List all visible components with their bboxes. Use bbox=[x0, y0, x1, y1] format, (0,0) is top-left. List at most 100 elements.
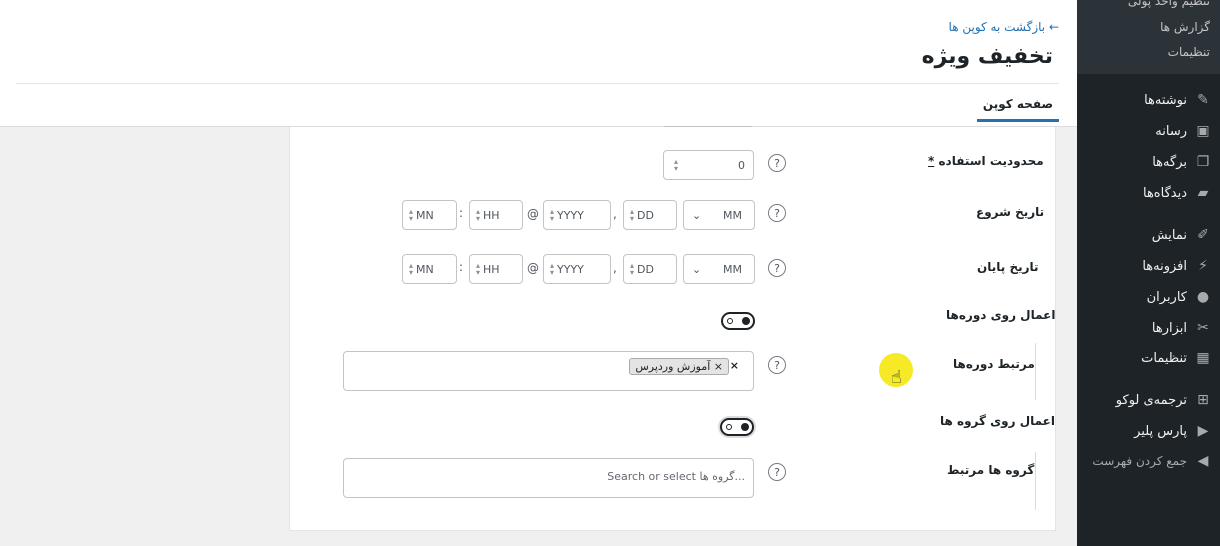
submenu-item-settings[interactable]: تنظیمات bbox=[1168, 45, 1210, 59]
usage-limit-input[interactable]: ▴ ▾ 0 bbox=[663, 150, 754, 180]
start-day-input[interactable]: ▴ ▾ DD bbox=[623, 200, 677, 230]
scrolled-field-edge bbox=[664, 126, 752, 127]
date-separator-comma: , bbox=[613, 261, 617, 275]
tab-coupon-page[interactable]: صفحه کوپن bbox=[977, 88, 1059, 122]
sidebar-item-tools[interactable]: ✂ ابزارها bbox=[1152, 317, 1213, 339]
hand-pointer-icon: ☝ bbox=[891, 367, 902, 388]
related-courses-help-icon[interactable]: ? bbox=[768, 356, 786, 374]
sidebar-item-settings[interactable]: ▦ تنظیمات bbox=[1141, 347, 1213, 369]
sidebar-item-media[interactable]: ▣ رسانه bbox=[1155, 120, 1213, 142]
tools-icon: ✂ bbox=[1197, 320, 1209, 336]
start-date-label: تاریخ شروع bbox=[976, 205, 1045, 219]
time-separator-colon: : bbox=[459, 206, 464, 220]
start-month-value: MM bbox=[723, 208, 742, 222]
tab-coupon-label: صفحه کوپن bbox=[982, 96, 1054, 111]
admin-sidebar: تنظیم واحد پولی گزارش ها تنظیمات ✎ نوشته… bbox=[1077, 0, 1220, 546]
usage-limit-label-text: محدودیت استفاده bbox=[938, 154, 1044, 168]
pages-icon: ❐ bbox=[1196, 154, 1210, 170]
toggle-off-ring bbox=[726, 424, 732, 430]
stepper-icon: ▴ ▾ bbox=[674, 157, 679, 173]
sidebar-submenu: تنظیم واحد پولی گزارش ها تنظیمات bbox=[1077, 0, 1220, 74]
apply-groups-label: اعمال روی گروه ها bbox=[940, 414, 1055, 428]
sidebar-item-label: تنظیمات bbox=[1141, 350, 1187, 366]
sidebar-item-parsplayer[interactable]: ▶ پارس پلیر bbox=[1134, 420, 1213, 442]
usage-limit-label: محدودیت استفاده * bbox=[928, 154, 1044, 168]
toggle-knob bbox=[741, 423, 749, 431]
appearance-icon: ✐ bbox=[1197, 227, 1209, 243]
time-separator-colon: : bbox=[459, 260, 464, 274]
end-day-input[interactable]: ▴ ▾ DD bbox=[623, 254, 677, 284]
date-separator-at: @ bbox=[527, 207, 539, 221]
end-year-placeholder: YYYY bbox=[557, 262, 584, 276]
toggle-off-ring bbox=[727, 318, 733, 324]
start-date-help-icon[interactable]: ? bbox=[768, 204, 786, 222]
stepper-icon: ▴ ▾ bbox=[409, 261, 414, 277]
apply-groups-toggle[interactable] bbox=[720, 418, 754, 436]
date-separator-comma: , bbox=[613, 207, 617, 221]
sidebar-item-label: ترجمه‌ی لوکو bbox=[1115, 392, 1187, 408]
start-month-select[interactable]: ⌄ MM bbox=[683, 200, 755, 230]
sidebar-item-label: رسانه bbox=[1155, 123, 1187, 139]
sidebar-item-label: ابزارها bbox=[1151, 320, 1187, 336]
field-divider bbox=[1035, 452, 1036, 510]
end-date-label: تاریخ پایان bbox=[977, 260, 1039, 274]
end-year-input[interactable]: ▴ ▾ YYYY bbox=[543, 254, 611, 284]
sidebar-collapse-button[interactable]: ◀ جمع کردن فهرست bbox=[1092, 450, 1213, 472]
related-groups-select[interactable]: Search or select گروه ها... bbox=[343, 458, 754, 498]
related-courses-label: مرتبط دوره‌ها bbox=[953, 357, 1035, 371]
apply-courses-label: اعمال روی دوره‌ها bbox=[946, 308, 1056, 322]
required-mark: * bbox=[928, 154, 935, 168]
submenu-item-currency[interactable]: تنظیم واحد پولی bbox=[1128, 0, 1210, 8]
start-hour-placeholder: HH bbox=[483, 208, 500, 222]
sidebar-item-label: پارس پلیر bbox=[1134, 423, 1187, 439]
sidebar-item-pages[interactable]: ❐ برگه‌ها bbox=[1152, 151, 1213, 173]
usage-limit-value: 0 bbox=[738, 158, 745, 172]
selected-course-tag[interactable]: × آموزش وردپرس bbox=[629, 358, 729, 375]
start-year-placeholder: YYYY bbox=[557, 208, 584, 222]
end-month-select[interactable]: ⌄ MM bbox=[683, 254, 755, 284]
sidebar-item-label: کاربران bbox=[1146, 289, 1187, 305]
related-groups-placeholder: Search or select گروه ها... bbox=[607, 470, 745, 483]
end-hour-input[interactable]: ▴ ▾ HH bbox=[469, 254, 523, 284]
date-separator-at: @ bbox=[527, 261, 539, 275]
sidebar-item-posts[interactable]: ✎ نوشته‌ها bbox=[1144, 89, 1213, 111]
start-year-input[interactable]: ▴ ▾ YYYY bbox=[543, 200, 611, 230]
sidebar-item-label: برگه‌ها bbox=[1152, 154, 1187, 170]
back-to-coupons-link[interactable]: ← بازگشت به کوپن ها bbox=[949, 20, 1059, 34]
sidebar-item-comments[interactable]: ▰ دیدگاه‌ها bbox=[1143, 182, 1213, 204]
sidebar-item-loco-translate[interactable]: ⊞ ترجمه‌ی لوکو bbox=[1116, 389, 1213, 411]
sidebar-item-label: نمایش bbox=[1151, 227, 1187, 243]
sidebar-item-label: جمع کردن فهرست bbox=[1092, 454, 1187, 468]
sidebar-item-users[interactable]: ● کاربران bbox=[1147, 286, 1213, 308]
start-minute-placeholder: MN bbox=[416, 208, 434, 222]
start-hour-input[interactable]: ▴ ▾ HH bbox=[469, 200, 523, 230]
apply-courses-toggle[interactable] bbox=[721, 312, 755, 330]
stepper-icon: ▴ ▾ bbox=[550, 261, 555, 277]
stepper-icon: ▴ ▾ bbox=[630, 261, 635, 277]
media-icon: ▣ bbox=[1196, 123, 1210, 139]
settings-icon: ▦ bbox=[1196, 350, 1210, 366]
clear-selection-icon[interactable]: × bbox=[730, 359, 739, 372]
translate-icon: ⊞ bbox=[1197, 392, 1209, 408]
sidebar-item-appearance[interactable]: ✐ نمایش bbox=[1152, 224, 1213, 246]
stepper-icon: ▴ ▾ bbox=[630, 207, 635, 223]
page-title: تخفیف ویژه bbox=[921, 44, 1053, 69]
usage-limit-help-icon[interactable]: ? bbox=[768, 154, 786, 172]
stepper-icon: ▴ ▾ bbox=[550, 207, 555, 223]
related-courses-select[interactable]: × × آموزش وردپرس bbox=[343, 351, 754, 391]
toggle-knob bbox=[742, 317, 750, 325]
submenu-item-reports[interactable]: گزارش ها bbox=[1160, 20, 1210, 34]
comments-icon: ▰ bbox=[1197, 185, 1209, 201]
chevron-down-icon: ⌄ bbox=[692, 208, 702, 222]
collapse-icon: ◀ bbox=[1197, 453, 1209, 469]
end-minute-input[interactable]: ▴ ▾ MN bbox=[402, 254, 457, 284]
sidebar-item-label: دیدگاه‌ها bbox=[1142, 185, 1187, 201]
pin-icon: ✎ bbox=[1197, 92, 1209, 108]
player-icon: ▶ bbox=[1197, 423, 1209, 439]
sidebar-item-plugins[interactable]: ⚡ افزونه‌ها bbox=[1142, 255, 1213, 277]
related-groups-help-icon[interactable]: ? bbox=[768, 463, 786, 481]
start-minute-input[interactable]: ▴ ▾ MN bbox=[402, 200, 457, 230]
plugins-icon: ⚡ bbox=[1198, 258, 1208, 274]
end-date-help-icon[interactable]: ? bbox=[768, 259, 786, 277]
start-day-placeholder: DD bbox=[637, 208, 654, 222]
